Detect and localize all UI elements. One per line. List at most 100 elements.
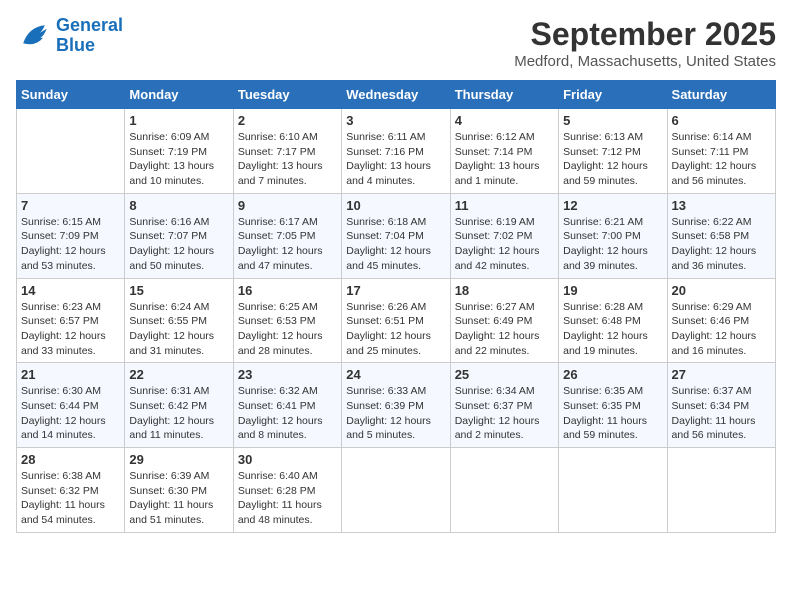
- logo: General Blue: [16, 16, 123, 56]
- day-cell: [450, 448, 558, 533]
- day-number: 24: [346, 367, 445, 382]
- day-cell: 27 Sunrise: 6:37 AM Sunset: 6:34 PM Dayli…: [667, 363, 775, 448]
- day-number: 27: [672, 367, 771, 382]
- header-cell-sunday: Sunday: [17, 81, 125, 109]
- week-row-4: 21 Sunrise: 6:30 AM Sunset: 6:44 PM Dayli…: [17, 363, 776, 448]
- logo-text: General Blue: [56, 16, 123, 56]
- day-number: 20: [672, 283, 771, 298]
- day-number: 8: [129, 198, 228, 213]
- week-row-2: 7 Sunrise: 6:15 AM Sunset: 7:09 PM Daylig…: [17, 193, 776, 278]
- day-number: 23: [238, 367, 337, 382]
- day-number: 16: [238, 283, 337, 298]
- day-info: Sunrise: 6:23 AM Sunset: 6:57 PM Dayligh…: [21, 300, 120, 359]
- day-info: Sunrise: 6:14 AM Sunset: 7:11 PM Dayligh…: [672, 130, 771, 189]
- day-number: 9: [238, 198, 337, 213]
- day-cell: 7 Sunrise: 6:15 AM Sunset: 7:09 PM Daylig…: [17, 193, 125, 278]
- day-info: Sunrise: 6:28 AM Sunset: 6:48 PM Dayligh…: [563, 300, 662, 359]
- day-info: Sunrise: 6:35 AM Sunset: 6:35 PM Dayligh…: [563, 384, 662, 443]
- page-header: General Blue September 2025 Medford, Mas…: [16, 16, 776, 70]
- day-number: 17: [346, 283, 445, 298]
- day-info: Sunrise: 6:21 AM Sunset: 7:00 PM Dayligh…: [563, 215, 662, 274]
- day-cell: 13Sunrise: 6:22 AM Sunset: 6:58 PM Dayli…: [667, 193, 775, 278]
- day-cell: 29 Sunrise: 6:39 AM Sunset: 6:30 PM Dayli…: [125, 448, 233, 533]
- day-cell: 4 Sunrise: 6:12 AM Sunset: 7:14 PM Daylig…: [450, 109, 558, 194]
- day-info: Sunrise: 6:33 AM Sunset: 6:39 PM Dayligh…: [346, 384, 445, 443]
- day-cell: 1 Sunrise: 6:09 AM Sunset: 7:19 PM Daylig…: [125, 109, 233, 194]
- day-info: Sunrise: 6:37 AM Sunset: 6:34 PM Dayligh…: [672, 384, 771, 443]
- day-number: 29: [129, 452, 228, 467]
- day-number: 13: [672, 198, 771, 213]
- day-number: 3: [346, 113, 445, 128]
- location-title: Medford, Massachusetts, United States: [514, 53, 776, 70]
- header-cell-saturday: Saturday: [667, 81, 775, 109]
- day-number: 30: [238, 452, 337, 467]
- day-info: Sunrise: 6:12 AM Sunset: 7:14 PM Dayligh…: [455, 130, 554, 189]
- day-number: 2: [238, 113, 337, 128]
- day-cell: 2 Sunrise: 6:10 AM Sunset: 7:17 PM Daylig…: [233, 109, 341, 194]
- day-number: 6: [672, 113, 771, 128]
- day-cell: 26 Sunrise: 6:35 AM Sunset: 6:35 PM Dayli…: [559, 363, 667, 448]
- day-info: Sunrise: 6:09 AM Sunset: 7:19 PM Dayligh…: [129, 130, 228, 189]
- day-cell: [559, 448, 667, 533]
- header-row: SundayMondayTuesdayWednesdayThursdayFrid…: [17, 81, 776, 109]
- calendar-body: 1 Sunrise: 6:09 AM Sunset: 7:19 PM Daylig…: [17, 109, 776, 533]
- day-number: 10: [346, 198, 445, 213]
- logo-bird-icon: [16, 18, 52, 54]
- day-cell: 15 Sunrise: 6:24 AM Sunset: 6:55 PM Dayli…: [125, 278, 233, 363]
- day-cell: 30 Sunrise: 6:40 AM Sunset: 6:28 PM Dayli…: [233, 448, 341, 533]
- month-title: September 2025: [514, 16, 776, 53]
- day-number: 14: [21, 283, 120, 298]
- day-cell: 14 Sunrise: 6:23 AM Sunset: 6:57 PM Dayli…: [17, 278, 125, 363]
- day-cell: 22 Sunrise: 6:31 AM Sunset: 6:42 PM Dayli…: [125, 363, 233, 448]
- header-cell-tuesday: Tuesday: [233, 81, 341, 109]
- week-row-1: 1 Sunrise: 6:09 AM Sunset: 7:19 PM Daylig…: [17, 109, 776, 194]
- day-number: 19: [563, 283, 662, 298]
- day-info: Sunrise: 6:32 AM Sunset: 6:41 PM Dayligh…: [238, 384, 337, 443]
- calendar-header: SundayMondayTuesdayWednesdayThursdayFrid…: [17, 81, 776, 109]
- day-cell: 20 Sunrise: 6:29 AM Sunset: 6:46 PM Dayli…: [667, 278, 775, 363]
- day-number: 25: [455, 367, 554, 382]
- day-info: Sunrise: 6:39 AM Sunset: 6:30 PM Dayligh…: [129, 469, 228, 528]
- day-cell: [342, 448, 450, 533]
- day-info: Sunrise: 6:10 AM Sunset: 7:17 PM Dayligh…: [238, 130, 337, 189]
- day-number: 7: [21, 198, 120, 213]
- logo-line2: Blue: [56, 35, 95, 55]
- day-cell: 16Sunrise: 6:25 AM Sunset: 6:53 PM Dayli…: [233, 278, 341, 363]
- day-number: 1: [129, 113, 228, 128]
- day-cell: 8 Sunrise: 6:16 AM Sunset: 7:07 PM Daylig…: [125, 193, 233, 278]
- day-number: 28: [21, 452, 120, 467]
- day-number: 21: [21, 367, 120, 382]
- day-cell: 23 Sunrise: 6:32 AM Sunset: 6:41 PM Dayli…: [233, 363, 341, 448]
- day-info: Sunrise: 6:16 AM Sunset: 7:07 PM Dayligh…: [129, 215, 228, 274]
- day-number: 5: [563, 113, 662, 128]
- week-row-3: 14 Sunrise: 6:23 AM Sunset: 6:57 PM Dayli…: [17, 278, 776, 363]
- day-number: 15: [129, 283, 228, 298]
- day-info: Sunrise: 6:38 AM Sunset: 6:32 PM Dayligh…: [21, 469, 120, 528]
- header-cell-wednesday: Wednesday: [342, 81, 450, 109]
- day-info: Sunrise: 6:18 AM Sunset: 7:04 PM Dayligh…: [346, 215, 445, 274]
- day-cell: 12Sunrise: 6:21 AM Sunset: 7:00 PM Dayli…: [559, 193, 667, 278]
- day-cell: [667, 448, 775, 533]
- day-info: Sunrise: 6:30 AM Sunset: 6:44 PM Dayligh…: [21, 384, 120, 443]
- day-info: Sunrise: 6:31 AM Sunset: 6:42 PM Dayligh…: [129, 384, 228, 443]
- day-info: Sunrise: 6:26 AM Sunset: 6:51 PM Dayligh…: [346, 300, 445, 359]
- day-cell: 6 Sunrise: 6:14 AM Sunset: 7:11 PM Daylig…: [667, 109, 775, 194]
- header-cell-thursday: Thursday: [450, 81, 558, 109]
- day-cell: 18Sunrise: 6:27 AM Sunset: 6:49 PM Dayli…: [450, 278, 558, 363]
- day-info: Sunrise: 6:13 AM Sunset: 7:12 PM Dayligh…: [563, 130, 662, 189]
- day-number: 4: [455, 113, 554, 128]
- day-cell: 19 Sunrise: 6:28 AM Sunset: 6:48 PM Dayli…: [559, 278, 667, 363]
- day-number: 26: [563, 367, 662, 382]
- day-info: Sunrise: 6:29 AM Sunset: 6:46 PM Dayligh…: [672, 300, 771, 359]
- day-info: Sunrise: 6:27 AM Sunset: 6:49 PM Dayligh…: [455, 300, 554, 359]
- header-cell-monday: Monday: [125, 81, 233, 109]
- day-info: Sunrise: 6:40 AM Sunset: 6:28 PM Dayligh…: [238, 469, 337, 528]
- day-cell: 3 Sunrise: 6:11 AM Sunset: 7:16 PM Daylig…: [342, 109, 450, 194]
- day-cell: 9 Sunrise: 6:17 AM Sunset: 7:05 PM Daylig…: [233, 193, 341, 278]
- day-number: 22: [129, 367, 228, 382]
- day-cell: [17, 109, 125, 194]
- day-info: Sunrise: 6:11 AM Sunset: 7:16 PM Dayligh…: [346, 130, 445, 189]
- day-info: Sunrise: 6:17 AM Sunset: 7:05 PM Dayligh…: [238, 215, 337, 274]
- day-info: Sunrise: 6:24 AM Sunset: 6:55 PM Dayligh…: [129, 300, 228, 359]
- day-info: Sunrise: 6:15 AM Sunset: 7:09 PM Dayligh…: [21, 215, 120, 274]
